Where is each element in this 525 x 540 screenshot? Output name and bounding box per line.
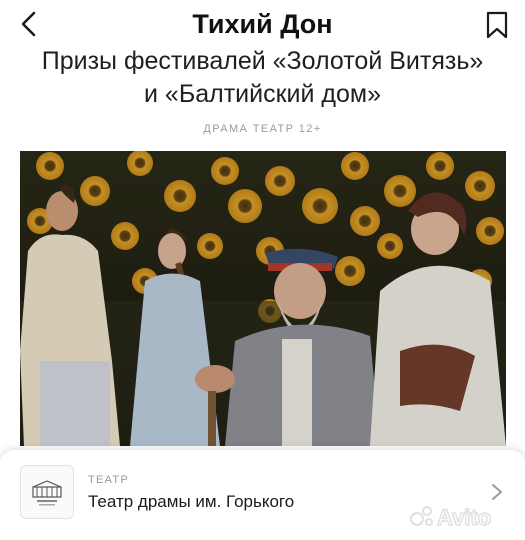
- page-title: Тихий Дон: [192, 9, 333, 39]
- venue-logo: [20, 465, 74, 519]
- back-button[interactable]: [14, 8, 46, 40]
- venue-name: Театр драмы им. Горького: [88, 492, 295, 511]
- chevron-left-icon: [21, 11, 36, 37]
- event-photo[interactable]: [20, 151, 506, 446]
- chevron-right-icon: [492, 484, 502, 500]
- bookmark-button[interactable]: [485, 11, 509, 39]
- svg-text:Avito: Avito: [437, 505, 491, 530]
- header: Тихий Дон: [0, 0, 525, 48]
- theatre-logo-icon: [32, 480, 62, 506]
- bookmark-icon: [486, 11, 508, 39]
- venue-card[interactable]: ТЕАТР Театр драмы им. Горького Avito: [0, 450, 525, 540]
- avito-watermark-logo: Avito: [410, 504, 492, 530]
- event-meta: ДРАМА ТЕАТР 12+: [203, 123, 322, 135]
- venue-kind-label: ТЕАТР: [88, 474, 130, 486]
- event-subtitle: Призы фестивалей «Золотой Витязь» и «Бал…: [41, 47, 484, 108]
- stage-photo-image: [20, 151, 506, 446]
